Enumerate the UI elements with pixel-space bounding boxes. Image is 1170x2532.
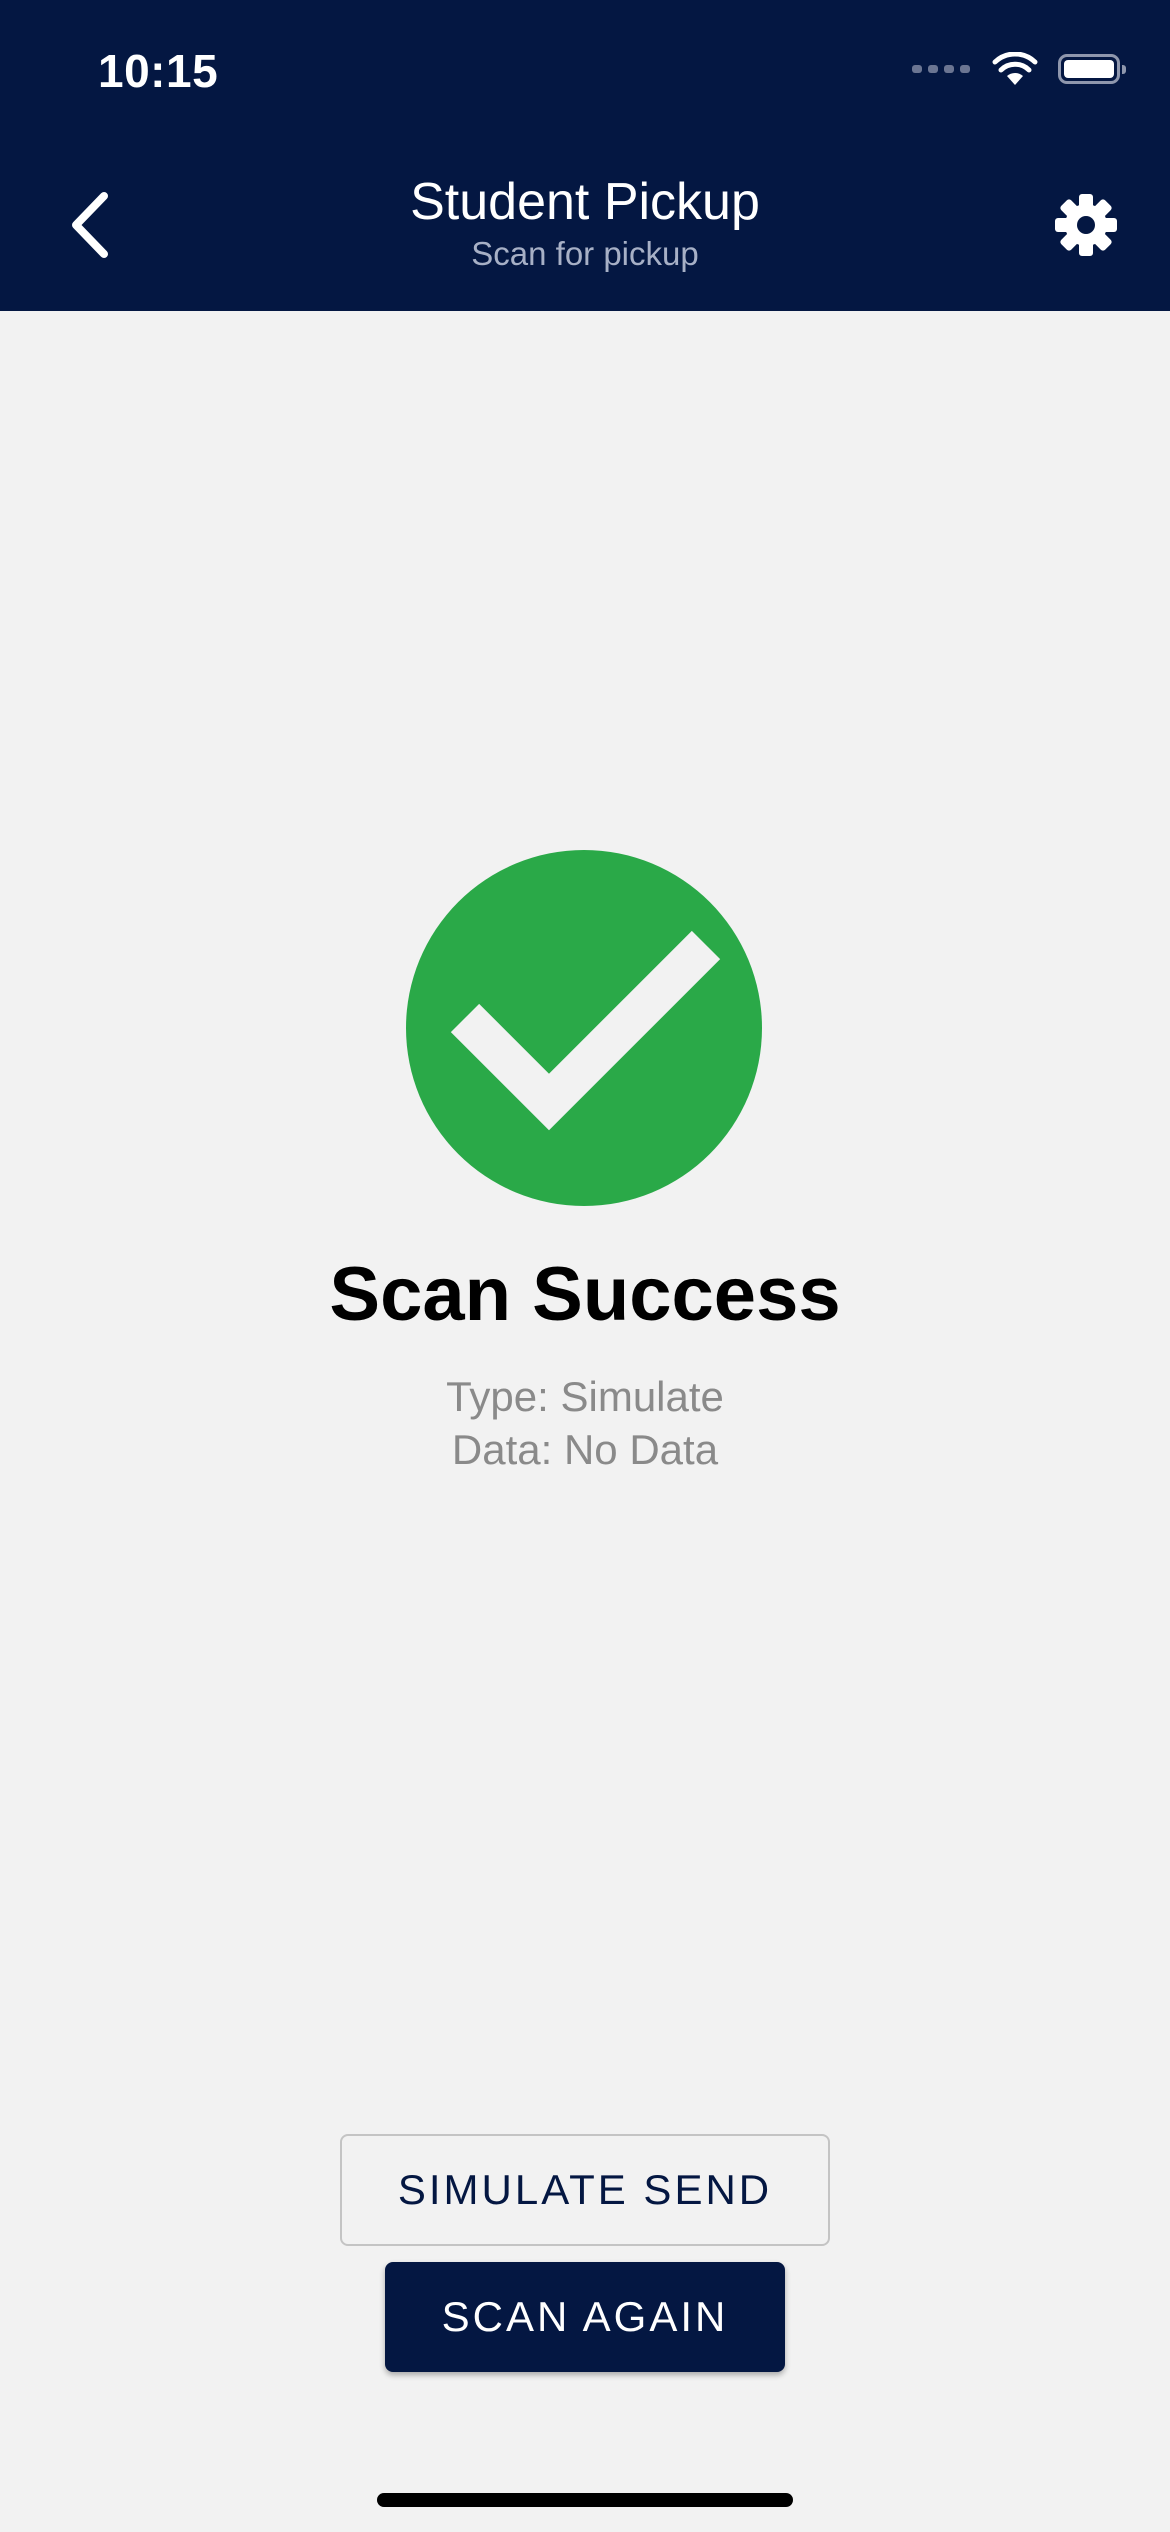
- scan-again-button[interactable]: SCAN AGAIN: [385, 2262, 785, 2372]
- battery-icon: [1058, 54, 1126, 84]
- settings-button[interactable]: [1042, 180, 1130, 270]
- home-indicator[interactable]: [377, 2493, 793, 2507]
- scan-type-text: Type: Simulate: [446, 1373, 724, 1420]
- app-header: 10:15 Student Pickup Scan for pickup: [0, 0, 1170, 311]
- status-icons: [912, 52, 1126, 86]
- check-circle-icon: [406, 850, 762, 1206]
- wifi-icon: [992, 52, 1038, 85]
- simulate-send-button[interactable]: SIMULATE SEND: [340, 2134, 830, 2246]
- result-details: Type: Simulate Data: No Data: [0, 1370, 1170, 1476]
- result-title: Scan Success: [329, 1252, 841, 1337]
- gear-icon: [1055, 194, 1117, 256]
- cellular-signal-icon: [912, 65, 970, 73]
- status-time: 10:15: [98, 45, 219, 97]
- page-title: Student Pickup: [410, 173, 760, 231]
- page-subtitle: Scan for pickup: [471, 235, 699, 272]
- header-title-group: Student Pickup Scan for pickup: [0, 172, 1170, 274]
- scan-data-text: Data: No Data: [451, 1426, 719, 1473]
